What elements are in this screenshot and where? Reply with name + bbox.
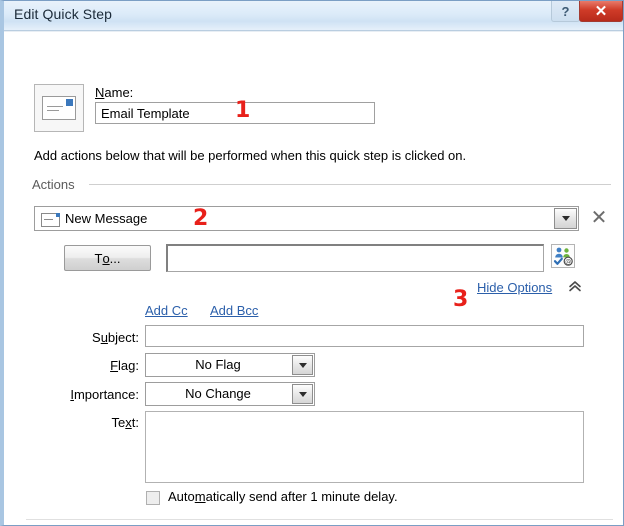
edit-quick-step-dialog: Edit Quick Step ? ✕ Name: Add actions be… — [0, 0, 624, 526]
subject-label-pre: S — [92, 330, 101, 345]
auto-send-label: Automatically send after 1 minute delay. — [168, 489, 398, 504]
check-names-icon[interactable]: @ — [551, 244, 575, 268]
chevron-down-icon[interactable] — [292, 384, 313, 404]
subject-label-post: bject: — [107, 330, 139, 345]
importance-label-post: mportance: — [73, 387, 139, 402]
delete-action-icon[interactable]: ✕ — [589, 208, 609, 229]
title-bar: Edit Quick Step ? ✕ — [4, 1, 623, 31]
flag-label-accel: F — [110, 358, 119, 373]
to-button-accel: o — [102, 250, 110, 266]
body-text-area[interactable] — [145, 411, 584, 483]
to-button-pre: T — [94, 250, 103, 266]
dialog-body: Name: Add actions below that will be per… — [4, 31, 623, 525]
annotation-2: 2 — [193, 206, 209, 231]
description-text: Add actions below that will be performed… — [34, 148, 467, 163]
actions-group-divider — [89, 184, 611, 185]
help-button[interactable]: ? — [551, 1, 580, 22]
footer-divider — [26, 519, 613, 520]
annotation-1: 1 — [235, 98, 251, 123]
hide-options-link[interactable]: Hide Options — [477, 280, 552, 295]
subject-label: Subject: — [29, 330, 139, 345]
chevron-down-icon[interactable] — [292, 355, 313, 375]
flag-combobox[interactable]: No Flag — [145, 353, 315, 377]
window-title: Edit Quick Step — [14, 6, 112, 22]
flag-label-post: lag: — [118, 358, 139, 373]
importance-label: Importance: — [29, 387, 139, 402]
close-icon: ✕ — [594, 3, 608, 20]
name-label: Name: — [95, 85, 133, 100]
auto-send-label-pre: Auto — [168, 489, 195, 504]
name-label-rest: ame: — [104, 85, 134, 100]
help-icon: ? — [561, 3, 570, 19]
auto-send-label-post: atically send after 1 minute delay. — [205, 489, 398, 504]
action-type-combobox[interactable]: New Message — [34, 206, 579, 231]
auto-send-label-accel: m — [194, 489, 206, 504]
flag-label: Flag: — [29, 358, 139, 373]
new-message-icon — [41, 213, 60, 227]
actions-group-label: Actions — [32, 177, 75, 192]
to-button[interactable]: To... — [64, 245, 151, 271]
importance-value: No Change — [185, 386, 251, 401]
to-button-post: ... — [109, 250, 121, 266]
new-message-envelope-icon — [34, 84, 84, 132]
chevron-double-up-icon[interactable] — [567, 278, 583, 294]
add-cc-link[interactable]: Add Cc — [145, 303, 188, 318]
action-type-value: New Message — [65, 211, 148, 226]
annotation-3: 3 — [453, 287, 469, 312]
text-label: Text: — [29, 415, 139, 430]
auto-send-checkbox[interactable] — [146, 491, 160, 505]
add-bcc-link[interactable]: Add Bcc — [210, 303, 258, 318]
flag-value: No Flag — [195, 357, 241, 372]
name-label-accel: N — [95, 85, 105, 100]
chevron-down-icon[interactable] — [554, 208, 577, 229]
to-input[interactable] — [166, 244, 544, 272]
subject-label-accel: u — [100, 330, 108, 345]
text-label-pre: Te — [111, 415, 126, 430]
subject-input[interactable] — [145, 325, 584, 347]
close-button[interactable]: ✕ — [579, 1, 623, 22]
text-label-post: t: — [131, 415, 139, 430]
importance-combobox[interactable]: No Change — [145, 382, 315, 406]
svg-text:@: @ — [565, 258, 571, 265]
